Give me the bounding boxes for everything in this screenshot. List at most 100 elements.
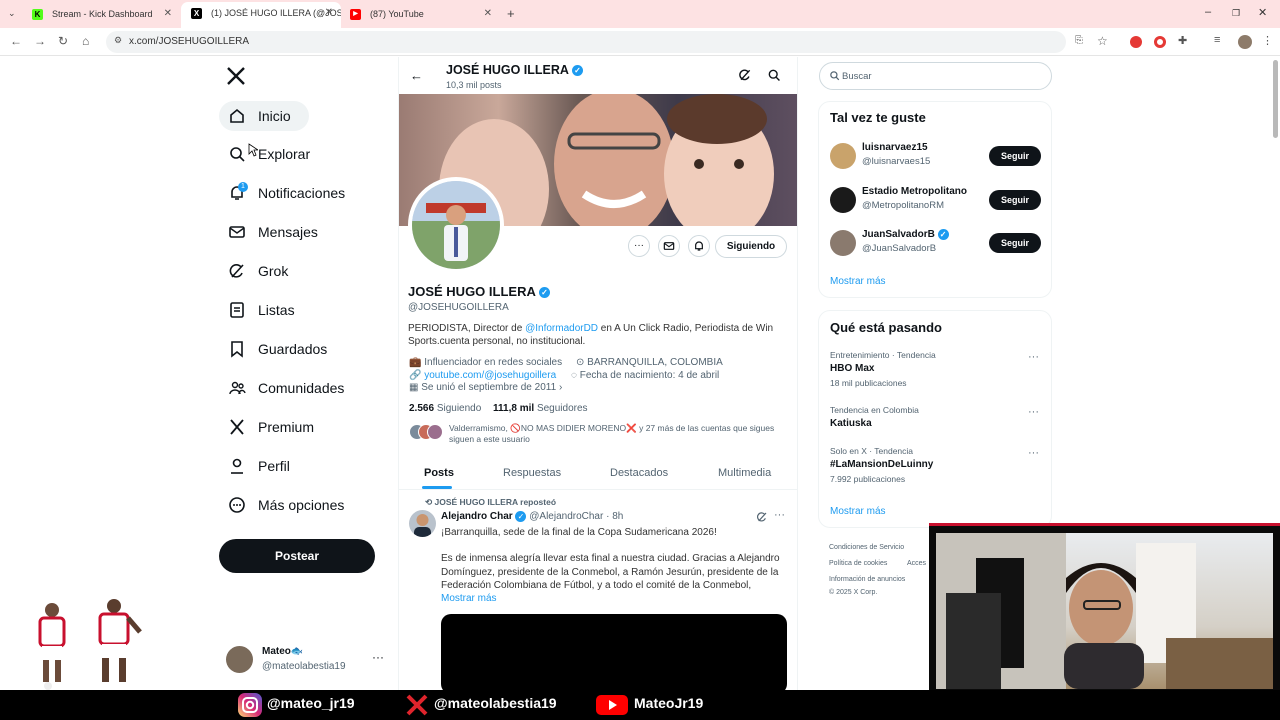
avatar bbox=[226, 646, 253, 673]
browser-tab-kick[interactable]: K Stream - Kick Dashboard ✕ bbox=[22, 3, 180, 25]
sidebar-item-guardados[interactable]: Guardados bbox=[219, 334, 339, 364]
more-options-button[interactable]: ··· bbox=[628, 235, 650, 257]
profile-avatar-icon[interactable] bbox=[1238, 35, 1252, 49]
post-show-more-link[interactable]: Mostrar más bbox=[441, 593, 497, 604]
trend-more-icon[interactable]: ··· bbox=[1028, 406, 1039, 418]
trends-title: Qué está pasando bbox=[830, 320, 942, 335]
tab-list-chevron-icon[interactable]: ⌄ bbox=[8, 8, 16, 19]
grok-profile-icon[interactable] bbox=[738, 68, 752, 82]
account-switcher[interactable]: Mateo🐟 @mateolabestia19 ··· bbox=[222, 642, 392, 678]
tab-search-icon[interactable]: ≡ bbox=[1214, 34, 1220, 46]
trend-more-icon[interactable]: ··· bbox=[1028, 351, 1039, 363]
x-handle: @mateolabestia19 bbox=[434, 695, 557, 711]
minimize-icon[interactable]: – bbox=[1205, 6, 1211, 18]
follow-button[interactable]: Seguir bbox=[989, 190, 1041, 210]
suggestion-name: Estadio Metropolitano bbox=[862, 186, 967, 197]
back-arrow-icon[interactable]: ← bbox=[410, 68, 423, 83]
browser-tab-youtube[interactable]: ▶ (87) YouTube ✕ bbox=[340, 3, 500, 25]
trend-item[interactable]: Solo en X · Tendencia #LaMansionDeLuinny… bbox=[830, 446, 1044, 490]
sidebar-item-inicio[interactable]: Inicio bbox=[219, 101, 309, 131]
sidebar-item-explorar[interactable]: Explorar bbox=[219, 139, 339, 169]
sidebar-item-comunidades[interactable]: Comunidades bbox=[219, 373, 359, 403]
sidebar-item-listas[interactable]: Listas bbox=[219, 295, 319, 325]
sidebar-item-mensajes[interactable]: Mensajes bbox=[219, 217, 339, 247]
tab-posts[interactable]: Posts bbox=[424, 467, 454, 479]
footer-link[interactable]: Información de anuncios bbox=[829, 576, 905, 583]
trend-item[interactable]: Entretenimiento · Tendencia HBO Max 18 m… bbox=[830, 350, 1044, 394]
follow-button[interactable]: Seguir bbox=[989, 146, 1041, 166]
repost-label: ⟲ JOSÉ HUGO ILLERA reposteó bbox=[425, 497, 556, 508]
message-button[interactable] bbox=[658, 235, 680, 257]
sidebar-item-notificaciones[interactable]: 1 Notificaciones bbox=[219, 178, 369, 208]
back-icon[interactable]: ← bbox=[10, 34, 22, 48]
navigation-bar: ← → ↻ ⌂ ⚙ x.com/JOSEHUGOILLERA ⎘ ☆ ✚ ≡ ⋮ bbox=[0, 28, 1280, 56]
footer-link[interactable]: Acces bbox=[907, 560, 926, 567]
search-profile-icon[interactable] bbox=[767, 68, 781, 82]
footer-link[interactable]: Condiciones de Servicio bbox=[829, 544, 904, 551]
reload-icon[interactable]: ↻ bbox=[58, 34, 68, 48]
more-circle-icon bbox=[228, 496, 246, 514]
footer-link[interactable]: Política de cookies bbox=[829, 560, 887, 567]
following-stat[interactable]: 2.566 Siguiendo bbox=[409, 403, 481, 414]
sidebar-item-grok[interactable]: Grok bbox=[219, 256, 309, 286]
profile-avatar[interactable] bbox=[408, 177, 504, 273]
sidebar-item-perfil[interactable]: Perfil bbox=[219, 451, 309, 481]
post-media-video[interactable] bbox=[441, 614, 787, 694]
extension-record-icon[interactable] bbox=[1130, 36, 1142, 48]
sidebar-item-mas-opciones[interactable]: Más opciones bbox=[219, 490, 359, 520]
following-button[interactable]: Siguiendo bbox=[715, 235, 787, 258]
close-tab-icon[interactable]: ✕ bbox=[325, 7, 333, 18]
close-window-icon[interactable]: ✕ bbox=[1258, 6, 1267, 19]
close-tab-icon[interactable]: ✕ bbox=[164, 8, 172, 19]
search-icon bbox=[228, 145, 246, 163]
followers-label: Seguidores bbox=[536, 403, 588, 414]
show-more-link[interactable]: Mostrar más bbox=[830, 276, 886, 287]
close-tab-icon[interactable]: ✕ bbox=[484, 8, 492, 19]
tab-destacados[interactable]: Destacados bbox=[610, 467, 668, 479]
trend-more-icon[interactable]: ··· bbox=[1028, 447, 1039, 459]
new-tab-icon[interactable]: + bbox=[507, 6, 515, 21]
tab-respuestas[interactable]: Respuestas bbox=[503, 467, 561, 479]
maximize-icon[interactable]: ❐ bbox=[1232, 8, 1240, 19]
grok-post-icon[interactable] bbox=[756, 511, 768, 523]
post-author-name[interactable]: Alejandro Char bbox=[441, 511, 513, 522]
bio-mention-link[interactable]: @InformadorDD bbox=[525, 323, 598, 334]
post-author-handle[interactable]: @AlejandroChar bbox=[529, 511, 603, 522]
follow-button[interactable]: Seguir bbox=[989, 233, 1041, 253]
trend-item[interactable]: Tendencia en Colombia Katiuska ··· bbox=[830, 405, 1044, 437]
install-icon[interactable]: ⎘ bbox=[1075, 35, 1083, 46]
profile-handle: @JOSEHUGOILLERA bbox=[408, 302, 509, 313]
profile-website[interactable]: 🔗 youtube.com/@josehugoillera bbox=[409, 370, 556, 381]
search-input[interactable]: Buscar bbox=[819, 62, 1052, 90]
sidebar-item-premium[interactable]: Premium bbox=[219, 412, 329, 442]
trend-context: Solo en X · Tendencia bbox=[830, 446, 914, 456]
tab-multimedia[interactable]: Multimedia bbox=[718, 467, 771, 479]
forward-icon[interactable]: → bbox=[34, 34, 46, 48]
suggestion-handle: @JuanSalvadorB bbox=[862, 243, 937, 254]
extensions-puzzle-icon[interactable]: ✚ bbox=[1178, 34, 1187, 47]
post-time[interactable]: · 8h bbox=[606, 511, 623, 522]
trend-count: 18 mil publicaciones bbox=[830, 378, 907, 388]
trends-show-more-link[interactable]: Mostrar más bbox=[830, 506, 886, 517]
browser-tab-x[interactable]: X (1) JOSÉ HUGO ILLERA (@JOSE ✕ bbox=[181, 2, 341, 28]
website-link[interactable]: youtube.com/@josehugoillera bbox=[424, 370, 556, 381]
browser-menu-icon[interactable]: ⋮ bbox=[1262, 34, 1273, 47]
sidebar-item-label: Inicio bbox=[258, 108, 291, 124]
post-more-icon[interactable]: ··· bbox=[774, 509, 785, 521]
post-author-avatar[interactable] bbox=[409, 510, 436, 537]
site-info-icon[interactable]: ⚙ bbox=[114, 35, 122, 46]
followers-stat[interactable]: 111,8 mil Seguidores bbox=[493, 403, 588, 414]
notify-bell-button[interactable] bbox=[688, 235, 710, 257]
search-placeholder: Buscar bbox=[842, 71, 872, 82]
followed-by-text[interactable]: Valderramismo, 🚫NO MAS DIDIER MORENO❌ y … bbox=[449, 423, 789, 445]
more-dots-icon[interactable]: ··· bbox=[372, 650, 384, 664]
extension-opera-icon[interactable] bbox=[1154, 36, 1166, 48]
bookmark-star-icon[interactable]: ☆ bbox=[1097, 34, 1108, 48]
notification-badge: 1 bbox=[238, 182, 248, 192]
page-scrollbar[interactable] bbox=[1273, 60, 1278, 138]
x-logo-icon[interactable] bbox=[226, 66, 248, 88]
address-bar[interactable]: ⚙ x.com/JOSEHUGOILLERA bbox=[106, 31, 1066, 53]
post-button[interactable]: Postear bbox=[219, 539, 375, 573]
home-icon[interactable]: ⌂ bbox=[82, 34, 89, 48]
repost-text: JOSÉ HUGO ILLERA reposteó bbox=[434, 497, 557, 507]
